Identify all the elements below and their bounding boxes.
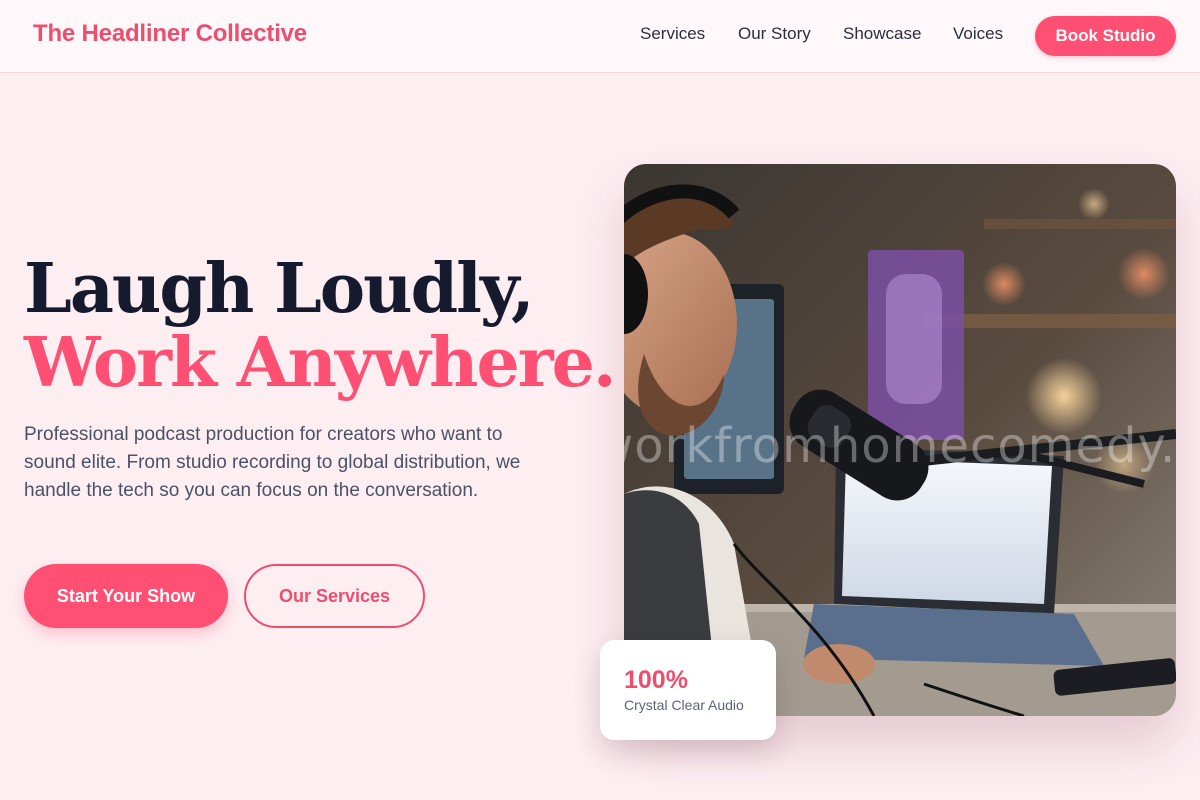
nav-link-showcase[interactable]: Showcase (843, 24, 921, 44)
stat-value: 100% (624, 666, 688, 694)
nav-link-services[interactable]: Services (640, 24, 705, 44)
headline-line-2: Work Anywhere. (24, 323, 617, 403)
site-header: The Headliner Collective Services Our St… (0, 0, 1200, 73)
book-studio-button[interactable]: Book Studio (1035, 16, 1176, 56)
hero-headline: Laugh Loudly, Work Anywhere. (24, 249, 617, 403)
nav-link-our-story[interactable]: Our Story (738, 24, 811, 44)
headline-line-1: Laugh Loudly, (24, 249, 535, 329)
brand-logo[interactable]: The Headliner Collective (33, 20, 307, 48)
hero-photo: workfromhomecomedy.com (624, 164, 1176, 716)
hero-description: Professional podcast production for crea… (24, 424, 521, 501)
stat-card: 100% Crystal Clear Audio (600, 640, 776, 740)
nav-link-voices[interactable]: Voices (953, 24, 1003, 44)
our-services-button[interactable]: Our Services (244, 564, 425, 628)
stat-label: Crystal Clear Audio (624, 697, 744, 713)
image-watermark: workfromhomecomedy.com (624, 418, 1176, 474)
start-your-show-button[interactable]: Start Your Show (24, 564, 228, 628)
